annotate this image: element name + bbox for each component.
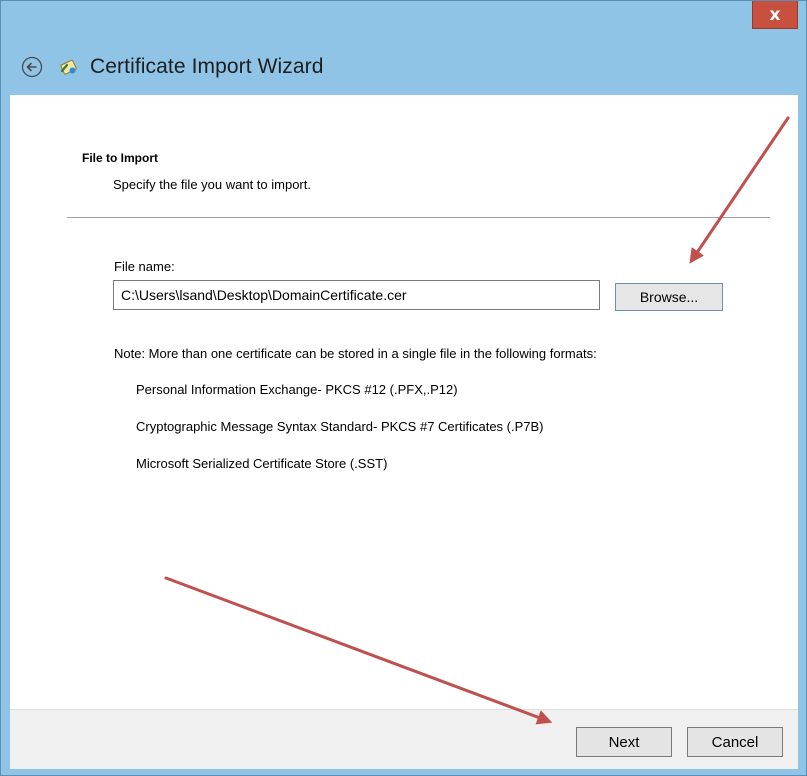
certificate-icon xyxy=(58,56,80,78)
close-icon: x xyxy=(769,4,781,25)
close-button[interactable]: x xyxy=(752,1,798,29)
section-description: Specify the file you want to import. xyxy=(113,177,311,192)
format-item-pfx: Personal Information Exchange- PKCS #12 … xyxy=(136,382,458,397)
browse-button[interactable]: Browse... xyxy=(615,283,723,311)
wizard-header: Certificate Import Wizard xyxy=(7,41,787,93)
wizard-content: File to Import Specify the file you want… xyxy=(10,95,798,709)
wizard-footer: Next Cancel xyxy=(10,709,798,769)
back-arrow-icon xyxy=(21,56,43,78)
wizard-title: Certificate Import Wizard xyxy=(90,55,324,78)
cancel-button[interactable]: Cancel xyxy=(687,727,783,757)
format-item-p7b: Cryptographic Message Syntax Standard- P… xyxy=(136,419,544,434)
next-button[interactable]: Next xyxy=(576,727,672,757)
formats-note: Note: More than one certificate can be s… xyxy=(114,346,597,361)
divider xyxy=(67,217,770,218)
format-item-sst: Microsoft Serialized Certificate Store (… xyxy=(136,456,388,471)
back-button[interactable] xyxy=(20,55,44,79)
file-name-label: File name: xyxy=(114,259,175,274)
wizard-window: x Certificate Import Wizard File to Impo… xyxy=(0,0,807,776)
section-title: File to Import xyxy=(82,151,158,165)
file-name-input[interactable] xyxy=(113,280,600,310)
